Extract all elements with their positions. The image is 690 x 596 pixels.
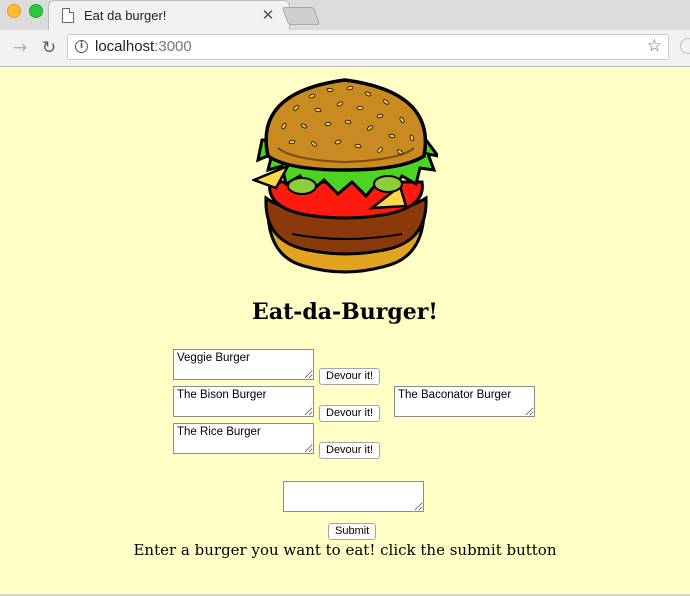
tab-content[interactable]: Eat da burger! ✕ — [62, 0, 276, 30]
browser-chrome: Eat da burger! ✕ → ↻ i localhost:3000 ☆ — [0, 0, 690, 67]
reload-icon[interactable]: ↻ — [39, 38, 59, 58]
window-controls — [7, 4, 43, 18]
url-text[interactable]: localhost:3000 — [95, 38, 192, 55]
burger-name-field[interactable]: The Rice Burger — [173, 423, 314, 454]
info-icon[interactable]: i — [75, 40, 88, 53]
devour-button[interactable]: Devour it! — [319, 368, 381, 385]
instructions-text: Enter a burger you want to eat! click th… — [133, 541, 557, 559]
close-icon[interactable]: ✕ — [260, 6, 276, 24]
address-bar[interactable]: i localhost:3000 ☆ — [67, 34, 669, 60]
new-tab-button[interactable] — [281, 7, 321, 25]
tab-title: Eat da burger! — [84, 7, 167, 23]
extension-icon[interactable] — [680, 38, 690, 54]
burger-name-field[interactable]: Veggie Burger — [173, 349, 314, 380]
devour-button[interactable]: Devour it! — [319, 442, 381, 459]
burger-name-field[interactable]: The Bison Burger — [173, 386, 314, 417]
forward-icon[interactable]: → — [10, 38, 30, 58]
browser-toolbar: → ↻ i localhost:3000 ☆ — [0, 30, 690, 66]
submit-button[interactable]: Submit — [328, 523, 377, 540]
devoured-burger-field[interactable]: The Baconator Burger — [394, 386, 535, 417]
maximize-button[interactable] — [29, 4, 43, 18]
url-port: :3000 — [154, 38, 192, 55]
url-host: localhost — [95, 38, 155, 55]
page-icon — [62, 7, 74, 23]
burger-image — [252, 78, 438, 274]
page-title: Eat-da-Burger! — [252, 299, 438, 325]
new-burger-input[interactable] — [283, 481, 424, 512]
devour-button[interactable]: Devour it! — [319, 405, 381, 422]
minimize-button[interactable] — [7, 4, 21, 18]
star-icon[interactable]: ☆ — [647, 36, 662, 56]
